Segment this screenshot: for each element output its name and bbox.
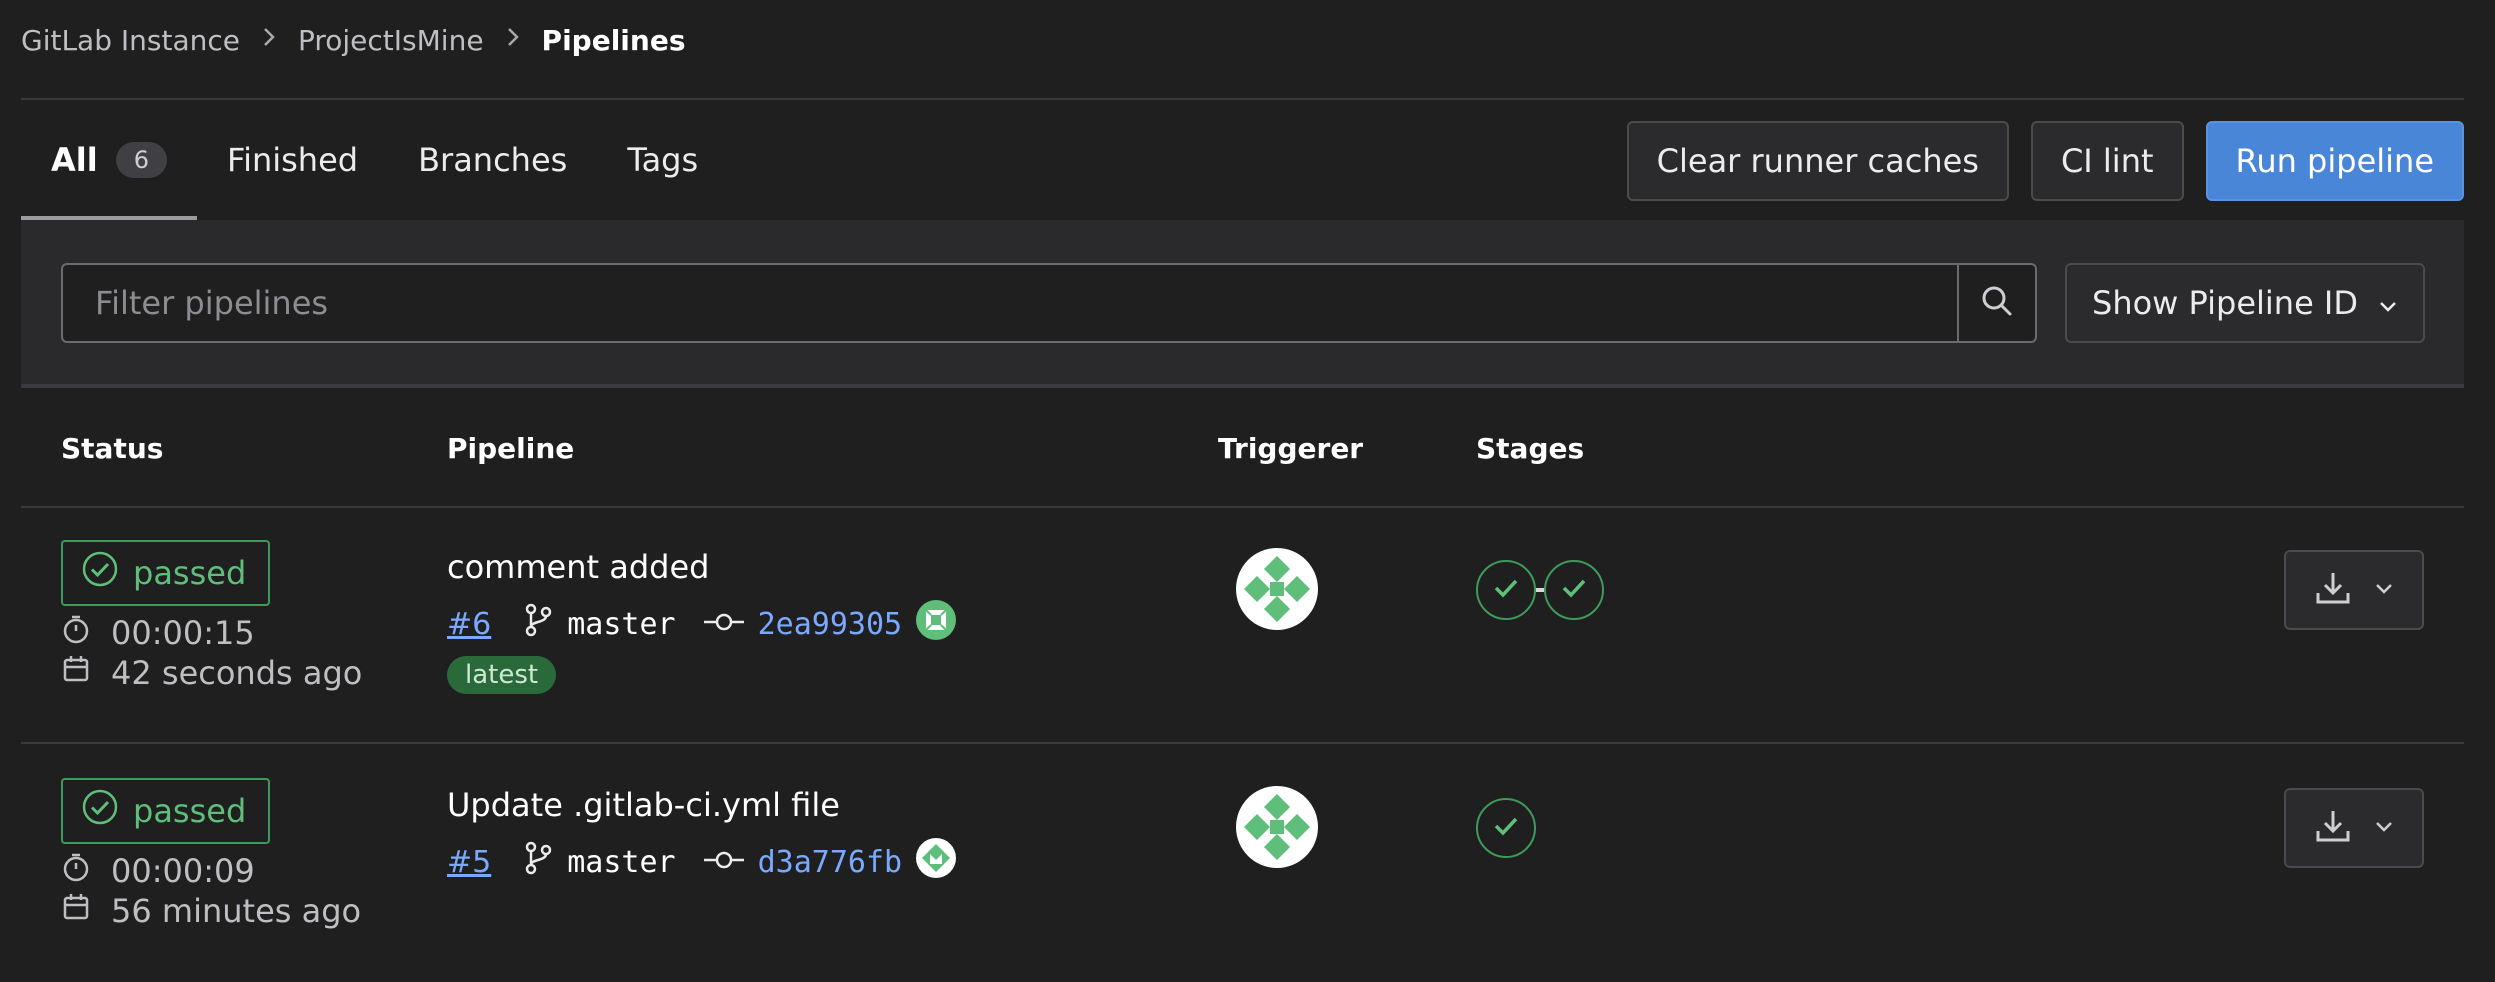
stage-passed[interactable] [1476, 798, 1536, 858]
run-pipeline-button[interactable]: Run pipeline [2205, 121, 2464, 201]
duration: 00:00:15 [61, 614, 255, 652]
finished-at: 56 minutes ago [61, 892, 361, 930]
status-badge[interactable]: passed [61, 778, 271, 844]
chevron-right-icon [262, 26, 276, 54]
timer-icon [61, 614, 91, 652]
pipeline-stages [1476, 798, 1536, 858]
stage-connector [1536, 588, 1544, 592]
tab-finished[interactable]: Finished [197, 100, 388, 220]
branch-name[interactable]: master [567, 607, 675, 642]
commit-icon [703, 845, 744, 880]
search-button[interactable] [1957, 265, 2035, 341]
download-icon [2314, 807, 2352, 849]
commit-icon [703, 607, 744, 642]
breadcrumb-item-instance[interactable]: GitLab Instance [21, 24, 240, 57]
latest-badge: latest [447, 656, 557, 694]
pipeline-refs: #6 master 2ea99305 [447, 600, 957, 648]
show-pipeline-id-dropdown[interactable]: Show Pipeline ID [2065, 263, 2425, 343]
column-stages: Stages [1476, 432, 1585, 465]
tab-label: Branches [418, 141, 568, 179]
download-artifacts-dropdown[interactable] [2284, 788, 2424, 868]
filter-placeholder[interactable]: Filter pipelines [63, 265, 1957, 341]
download-icon [2314, 569, 2352, 611]
chevron-down-icon [2374, 819, 2394, 838]
filter-bar: Filter pipelines Show Pipeline ID [21, 220, 2464, 388]
calendar-icon [61, 892, 91, 930]
finished-text: 42 seconds ago [111, 654, 363, 692]
tab-label: Finished [226, 141, 359, 179]
check-icon [1561, 577, 1587, 603]
branch-icon [523, 841, 553, 883]
duration-text: 00:00:09 [111, 852, 255, 890]
download-artifacts-dropdown[interactable] [2284, 550, 2424, 630]
tab-all[interactable]: All 6 [21, 100, 197, 220]
tab-branches[interactable]: Branches [388, 100, 597, 220]
column-triggerer: Triggerer [1218, 432, 1364, 465]
stage-passed[interactable] [1476, 560, 1536, 620]
table-row: passed 00:00:09 56 minutes ago Update .g… [21, 746, 2464, 982]
commit-sha-link[interactable]: 2ea99305 [758, 607, 903, 642]
triggerer-avatar[interactable] [1236, 548, 1318, 634]
breadcrumb-current[interactable]: Pipelines [542, 24, 686, 57]
column-pipeline: Pipeline [447, 432, 575, 465]
check-circle-icon [81, 550, 119, 596]
clear-runner-caches-button[interactable]: Clear runner caches [1626, 121, 2009, 201]
commit-title[interactable]: Update .gitlab-ci.yml file [447, 786, 840, 824]
filter-pipelines-input[interactable]: Filter pipelines [61, 263, 2037, 343]
search-icon [1979, 283, 2015, 323]
table-row: passed 00:00:15 42 seconds ago comment a… [21, 508, 2464, 744]
tab-label: Tags [627, 141, 699, 179]
breadcrumb-item-project[interactable]: ProjectIsMine [298, 24, 484, 57]
pipeline-actions: Clear runner caches CI lint Run pipeline [1626, 121, 2464, 201]
check-icon [1493, 577, 1519, 603]
check-icon [1493, 815, 1519, 841]
commit-sha-link[interactable]: d3a776fb [758, 845, 903, 880]
check-circle-icon [81, 788, 119, 834]
commit-title[interactable]: comment added [447, 548, 709, 586]
calendar-icon [61, 654, 91, 692]
chevron-right-icon [506, 26, 520, 54]
branch-icon [523, 603, 553, 645]
status-label: passed [133, 792, 247, 830]
breadcrumb: GitLab Instance ProjectIsMine Pipelines [21, 18, 685, 62]
table-header: Status Pipeline Triggerer Stages [21, 392, 2464, 508]
pipeline-refs: #5 master d3a776fb [447, 838, 957, 886]
duration-text: 00:00:15 [111, 614, 255, 652]
column-status: Status [61, 432, 164, 465]
author-avatar[interactable] [916, 600, 957, 648]
tab-count-badge: 6 [115, 142, 167, 178]
finished-text: 56 minutes ago [111, 892, 362, 930]
timer-icon [61, 852, 91, 890]
triggerer-avatar[interactable] [1236, 786, 1318, 872]
author-avatar[interactable] [916, 838, 957, 886]
pipeline-id-link[interactable]: #5 [447, 845, 491, 880]
branch-name[interactable]: master [567, 845, 675, 880]
ci-lint-button[interactable]: CI lint [2030, 121, 2184, 201]
pipeline-id-link[interactable]: #6 [447, 607, 491, 642]
chevron-down-icon [2378, 284, 2398, 322]
duration: 00:00:09 [61, 852, 255, 890]
status-label: passed [133, 554, 247, 592]
status-badge[interactable]: passed [61, 540, 271, 606]
chevron-down-icon [2374, 581, 2394, 600]
tab-tags[interactable]: Tags [597, 100, 728, 220]
dropdown-label: Show Pipeline ID [2092, 284, 2358, 322]
pipeline-tabs: All 6 Finished Branches Tags [21, 100, 728, 220]
stage-passed[interactable] [1544, 560, 1604, 620]
pipeline-stages [1476, 560, 1604, 620]
tab-label: All [51, 141, 98, 179]
finished-at: 42 seconds ago [61, 654, 362, 692]
